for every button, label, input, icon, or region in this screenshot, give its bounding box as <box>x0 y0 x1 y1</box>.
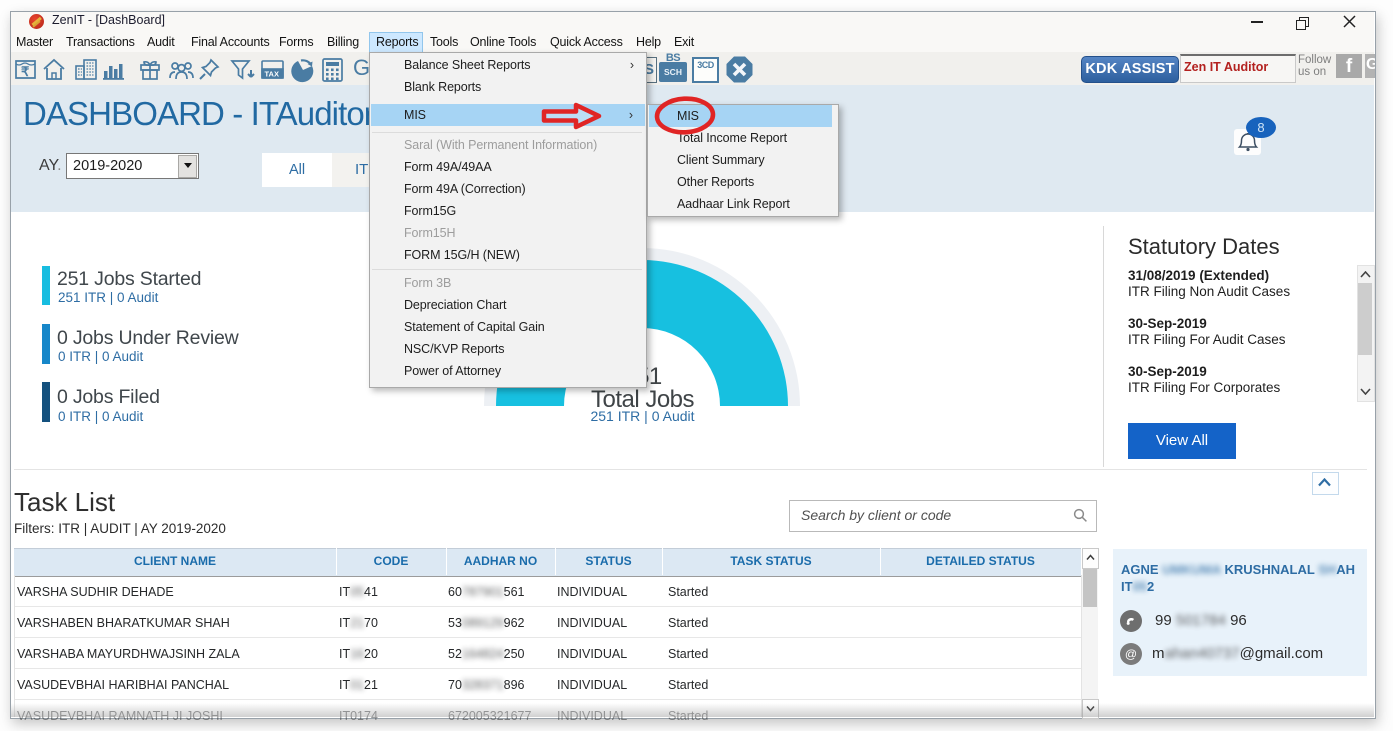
svg-text:₹: ₹ <box>21 64 30 79</box>
svg-text:TAX: TAX <box>265 70 279 79</box>
